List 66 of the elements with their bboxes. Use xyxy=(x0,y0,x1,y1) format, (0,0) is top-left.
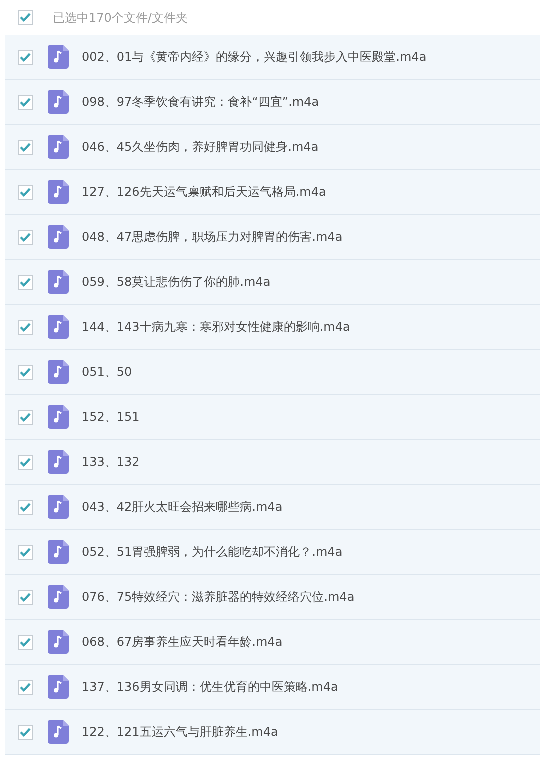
file-row[interactable]: 051、50 xyxy=(5,350,540,395)
music-file-icon xyxy=(48,270,69,294)
music-file-icon xyxy=(48,630,69,654)
checkbox[interactable] xyxy=(18,544,33,560)
file-row[interactable]: 068、67房事养生应天时看年龄.m4a xyxy=(5,620,540,665)
file-row[interactable]: 152、151 xyxy=(5,395,540,440)
file-name: 144、143十病九寒：寒邪对女性健康的影响.m4a xyxy=(82,319,350,336)
file-name: 051、50 xyxy=(82,364,132,381)
checkbox[interactable] xyxy=(18,454,33,470)
checkbox[interactable] xyxy=(18,500,33,514)
file-name: 133、132 xyxy=(82,454,140,471)
file-name: 122、121五运六气与肝脏养生.m4a xyxy=(82,724,278,741)
file-row[interactable]: 137、136男女同调：优生优育的中医策略.m4a xyxy=(5,665,540,710)
checkbox[interactable] xyxy=(18,140,33,154)
checkbox[interactable] xyxy=(18,680,33,694)
checkbox[interactable] xyxy=(18,50,33,64)
file-row[interactable]: 046、45久坐伤肉，养好脾胃功同健身.m4a xyxy=(5,125,540,170)
file-row[interactable]: 002、01与《黄帝内经》的缘分，兴趣引领我步入中医殿堂.m4a xyxy=(5,35,540,80)
file-name: 152、151 xyxy=(82,409,140,426)
checkbox[interactable] xyxy=(18,94,33,110)
file-name: 068、67房事养生应天时看年龄.m4a xyxy=(82,634,283,651)
checkbox[interactable] xyxy=(18,320,33,334)
file-row[interactable]: 052、51胃强脾弱，为什么能吃却不消化？.m4a xyxy=(5,530,540,575)
checkbox[interactable] xyxy=(18,724,33,740)
music-file-icon xyxy=(48,540,69,564)
file-name: 098、97冬季饮食有讲究：食补“四宜”.m4a xyxy=(82,94,320,111)
music-file-icon xyxy=(48,135,69,159)
file-row[interactable]: 127、126先天运气禀赋和后天运气格局.m4a xyxy=(5,170,540,215)
file-name: 127、126先天运气禀赋和后天运气格局.m4a xyxy=(82,184,326,201)
music-file-icon xyxy=(48,180,69,204)
file-row[interactable]: 133、132 xyxy=(5,440,540,485)
checkbox[interactable] xyxy=(18,634,33,650)
file-name: 076、75特效经穴：滋养脏器的特效经络穴位.m4a xyxy=(82,589,355,606)
file-name: 052、51胃强脾弱，为什么能吃却不消化？.m4a xyxy=(82,544,343,561)
file-name: 059、58莫让悲伤伤了你的肺.m4a xyxy=(82,274,271,291)
music-file-icon xyxy=(48,585,69,609)
checkbox[interactable] xyxy=(18,590,33,604)
file-row[interactable]: 043、42肝火太旺会招来哪些病.m4a xyxy=(5,485,540,530)
music-file-icon xyxy=(48,405,69,429)
file-row[interactable]: 059、58莫让悲伤伤了你的肺.m4a xyxy=(5,260,540,305)
file-row[interactable]: 076、75特效经穴：滋养脏器的特效经络穴位.m4a xyxy=(5,575,540,620)
selection-count: 已选中170个文件/文件夹 xyxy=(53,10,188,26)
checkbox[interactable] xyxy=(18,184,33,200)
music-file-icon xyxy=(48,45,69,69)
file-row[interactable]: 048、47思虑伤脾，职场压力对脾胃的伤害.m4a xyxy=(5,215,540,260)
music-file-icon xyxy=(48,225,69,249)
file-name: 002、01与《黄帝内经》的缘分，兴趣引领我步入中医殿堂.m4a xyxy=(82,49,427,66)
music-file-icon xyxy=(48,675,69,699)
checkbox[interactable] xyxy=(18,230,33,244)
file-name: 137、136男女同调：优生优育的中医策略.m4a xyxy=(82,679,338,696)
file-name: 048、47思虑伤脾，职场压力对脾胃的伤害.m4a xyxy=(82,229,343,246)
checkbox[interactable] xyxy=(18,364,33,380)
file-name: 046、45久坐伤肉，养好脾胃功同健身.m4a xyxy=(82,139,319,156)
file-name: 043、42肝火太旺会招来哪些病.m4a xyxy=(82,499,283,516)
music-file-icon xyxy=(48,360,69,384)
music-file-icon xyxy=(48,450,69,474)
checkbox[interactable] xyxy=(18,10,33,25)
music-file-icon xyxy=(48,90,69,114)
music-file-icon xyxy=(48,720,69,744)
file-row[interactable]: 144、143十病九寒：寒邪对女性健康的影响.m4a xyxy=(5,305,540,350)
file-row[interactable]: 122、121五运六气与肝脏养生.m4a xyxy=(5,710,540,755)
file-row[interactable]: 098、97冬季饮食有讲究：食补“四宜”.m4a xyxy=(5,80,540,125)
checkbox[interactable] xyxy=(18,274,33,290)
music-file-icon xyxy=(48,495,69,519)
music-file-icon xyxy=(48,315,69,339)
checkbox[interactable] xyxy=(18,410,33,424)
